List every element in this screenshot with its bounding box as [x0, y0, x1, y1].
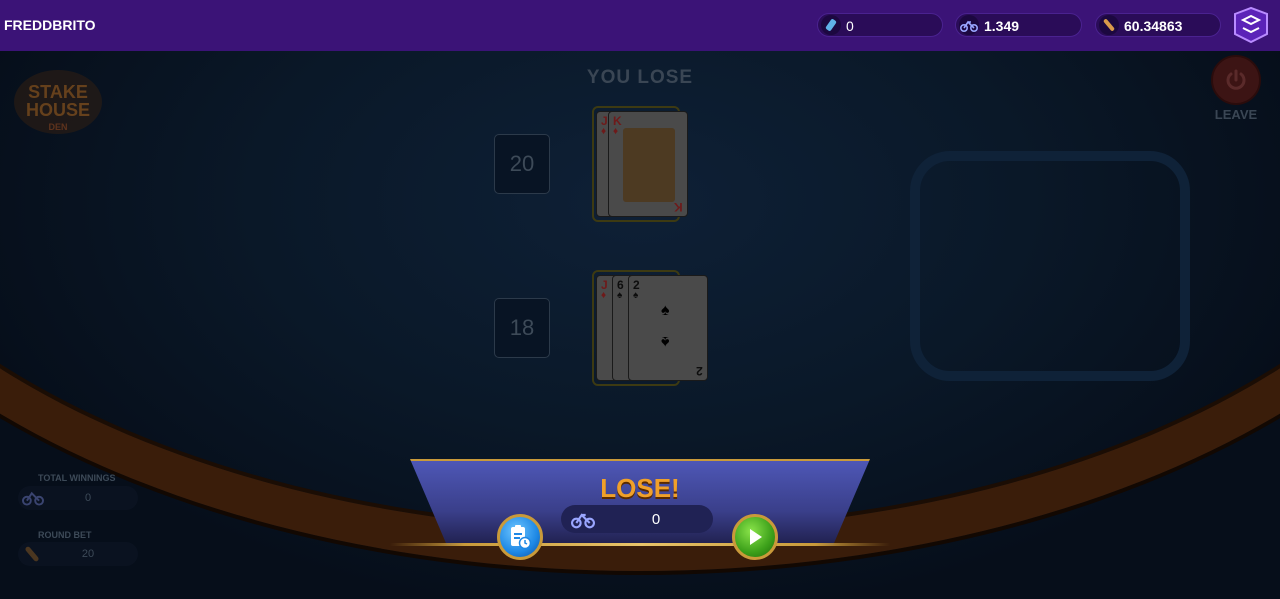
- card-suit: ♠: [617, 290, 623, 301]
- svg-text:DEN: DEN: [48, 122, 67, 132]
- player-hand: J ♦ 6 ♠ 2 ♠ ♠ ♠ 2: [592, 270, 712, 386]
- total-winnings-value: 0: [84, 492, 92, 504]
- balance-bottle-value: 60.34863: [1124, 18, 1183, 34]
- king-face-icon: [623, 128, 675, 202]
- svg-text:HOUSE: HOUSE: [26, 100, 90, 120]
- balance-gem[interactable]: 0: [817, 13, 943, 37]
- card-suit: ♦: [601, 290, 607, 301]
- round-winnings-value: 0: [651, 511, 661, 528]
- username: FREDDBRITO: [4, 17, 96, 33]
- round-bet-label: ROUND BET: [38, 530, 92, 540]
- total-winnings-pill: 0: [18, 486, 138, 510]
- felt-emblem: [910, 151, 1190, 381]
- total-winnings-label: TOTAL WINNINGS: [38, 473, 116, 483]
- play-again-button[interactable]: [732, 514, 778, 560]
- round-winnings-pill: 0: [561, 505, 713, 533]
- card-rank-bottom: K: [674, 200, 683, 214]
- card-pip: ♠: [661, 333, 670, 350]
- result-title: YOU LOSE: [586, 67, 694, 88]
- clipboard-clock-icon: [511, 525, 532, 550]
- dealer-card-2: K ♦ K: [608, 111, 688, 217]
- dealer-score: 20: [494, 134, 550, 194]
- history-button[interactable]: [497, 514, 543, 560]
- player-score: 18: [494, 298, 550, 358]
- card-rank-bottom: 2: [696, 364, 703, 378]
- balance-bike-value: 1.349: [984, 18, 1020, 34]
- gem-bottle-icon: [821, 15, 841, 35]
- lose-title: LOSE!: [600, 473, 680, 503]
- round-bet-value: 20: [81, 548, 95, 560]
- bike-token-icon: [959, 15, 979, 35]
- card-suit: ♦: [613, 126, 619, 137]
- round-bet-pill: 20: [18, 542, 138, 566]
- dealer-hand: J ♦ K ♦ K: [592, 106, 692, 222]
- power-icon: [1226, 69, 1246, 90]
- card-suit: ♦: [601, 126, 607, 137]
- leave-button[interactable]: [1211, 55, 1261, 105]
- result-panel: LOSE! 0: [390, 459, 890, 599]
- balance-bike[interactable]: 1.349: [955, 13, 1082, 37]
- card-suit: ♠: [633, 290, 639, 301]
- balance-bottle[interactable]: 60.34863: [1095, 13, 1221, 37]
- result-panel-divider: [390, 543, 890, 546]
- balance-gem-value: 0: [846, 18, 854, 34]
- leave-label: LEAVE: [1214, 107, 1258, 122]
- play-icon: [750, 529, 762, 545]
- bottle-token-icon: [1099, 15, 1119, 35]
- app-logo-icon[interactable]: [1229, 6, 1273, 44]
- top-bar: FREDDBRITO 0 1.349 60.34863: [0, 0, 1280, 51]
- card-pip: ♠: [661, 302, 670, 319]
- player-card-3: 2 ♠ ♠ ♠ 2: [628, 275, 708, 381]
